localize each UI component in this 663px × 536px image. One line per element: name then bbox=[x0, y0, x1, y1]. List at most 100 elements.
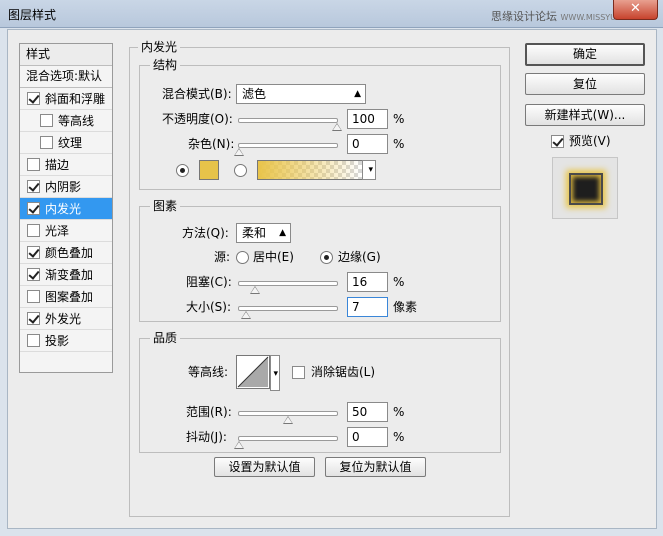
size-slider-thumb[interactable] bbox=[241, 311, 251, 319]
range-input[interactable]: 50 bbox=[347, 402, 388, 422]
jitter-label: 抖动(J): bbox=[186, 430, 227, 444]
source-center-label[interactable]: 居中(E) bbox=[253, 248, 294, 266]
reset-to-default-button[interactable]: 复位为默认值 bbox=[325, 457, 426, 477]
quality-group: 品质 等高线: ▾ 消除锯齿(L) 范围(R): 50 % 抖动(J): 0 % bbox=[139, 331, 501, 453]
inner-shadow-checkbox[interactable] bbox=[27, 180, 40, 193]
color-overlay-checkbox[interactable] bbox=[27, 246, 40, 259]
choke-percent: % bbox=[393, 275, 405, 289]
satin-checkbox[interactable] bbox=[27, 224, 40, 237]
noise-percent: % bbox=[393, 137, 405, 151]
range-percent: % bbox=[393, 405, 405, 419]
window-title: 图层样式 bbox=[8, 8, 57, 22]
noise-slider-track[interactable] bbox=[238, 143, 338, 148]
close-button[interactable]: ✕ bbox=[613, 0, 658, 20]
size-slider-track[interactable] bbox=[238, 306, 338, 311]
noise-slider-thumb[interactable] bbox=[234, 148, 244, 156]
range-slider-thumb[interactable] bbox=[283, 416, 293, 424]
blend-mode-select[interactable]: 滤色 ▲ bbox=[236, 84, 366, 104]
blend-options-item[interactable]: 混合选项:默认 bbox=[20, 66, 112, 88]
source-edge-label[interactable]: 边缘(G) bbox=[338, 248, 381, 266]
make-default-button[interactable]: 设置为默认值 bbox=[214, 457, 315, 477]
title-bar: 图层样式 思缘设计论坛 WWW.MISSYUAN.COM ✕ bbox=[0, 0, 663, 28]
new-style-button[interactable]: 新建样式(W)... bbox=[525, 104, 645, 126]
style-item-inner-shadow[interactable]: 内阴影 bbox=[20, 176, 112, 198]
noise-label: 杂色(N): bbox=[188, 137, 235, 151]
quality-title: 品质 bbox=[150, 331, 181, 345]
choke-input[interactable]: 16 bbox=[347, 272, 388, 292]
anti-alias-checkbox[interactable] bbox=[292, 366, 305, 379]
updown-arrow-icon: ▲ bbox=[354, 89, 361, 99]
noise-input[interactable]: 0 bbox=[347, 134, 388, 154]
updown-arrow-icon: ▲ bbox=[279, 228, 286, 238]
contour-preview[interactable] bbox=[236, 355, 270, 389]
style-item-satin[interactable]: 光泽 bbox=[20, 220, 112, 242]
range-label: 范围(R): bbox=[186, 405, 232, 419]
style-list-header[interactable]: 样式 bbox=[20, 44, 112, 66]
inner-glow-checkbox[interactable] bbox=[27, 202, 40, 215]
choke-slider-thumb[interactable] bbox=[250, 286, 260, 294]
style-item-texture[interactable]: 纹理 bbox=[20, 132, 112, 154]
pattern-overlay-checkbox[interactable] bbox=[27, 290, 40, 303]
preview-swatch bbox=[569, 173, 603, 205]
source-edge-radio[interactable] bbox=[320, 251, 333, 264]
contour-checkbox[interactable] bbox=[40, 114, 53, 127]
jitter-slider-thumb[interactable] bbox=[234, 441, 244, 449]
structure-group: 结构 混合模式(B): 滤色 ▲ 不透明度(O): 100 % 杂色(N): 0 … bbox=[139, 58, 501, 190]
size-unit: 像素 bbox=[393, 300, 418, 314]
style-item-stroke[interactable]: 描边 bbox=[20, 154, 112, 176]
style-item-outer-glow[interactable]: 外发光 bbox=[20, 308, 112, 330]
opacity-slider-track[interactable] bbox=[238, 118, 338, 123]
gradient-overlay-checkbox[interactable] bbox=[27, 268, 40, 281]
gradient-dropdown[interactable]: ▾ bbox=[362, 160, 376, 180]
texture-checkbox[interactable] bbox=[40, 136, 53, 149]
bevel-emboss-checkbox[interactable] bbox=[27, 92, 40, 105]
glow-color-swatch[interactable] bbox=[199, 160, 219, 180]
style-item-gradient-overlay[interactable]: 渐变叠加 bbox=[20, 264, 112, 286]
style-item-color-overlay[interactable]: 颜色叠加 bbox=[20, 242, 112, 264]
contour-curve-icon bbox=[237, 356, 269, 388]
contour-dropdown[interactable]: ▾ bbox=[270, 355, 280, 391]
style-item-inner-glow[interactable]: 内发光 bbox=[20, 198, 112, 220]
ok-button[interactable]: 确定 bbox=[525, 43, 645, 66]
structure-title: 结构 bbox=[150, 58, 181, 72]
jitter-percent: % bbox=[393, 430, 405, 444]
style-list: 样式 混合选项:默认 斜面和浮雕 等高线 纹理 描边 内阴影 内发光 光泽 颜色… bbox=[19, 43, 113, 373]
elements-title: 图素 bbox=[150, 199, 181, 213]
source-label: 源: bbox=[214, 250, 231, 264]
choke-label: 阻塞(C): bbox=[186, 275, 232, 289]
chevron-down-icon: ▾ bbox=[273, 369, 278, 379]
anti-alias-label[interactable]: 消除锯齿(L) bbox=[311, 363, 375, 381]
reset-button[interactable]: 复位 bbox=[525, 73, 645, 95]
inner-glow-panel: 内发光 结构 混合模式(B): 滤色 ▲ 不透明度(O): 100 % 杂色(N)… bbox=[129, 40, 510, 517]
solid-color-radio[interactable] bbox=[176, 164, 189, 177]
style-item-drop-shadow[interactable]: 投影 bbox=[20, 330, 112, 352]
preview-label[interactable]: 预览(V) bbox=[569, 132, 611, 150]
source-center-radio[interactable] bbox=[236, 251, 249, 264]
opacity-label: 不透明度(O): bbox=[162, 112, 233, 126]
method-label: 方法(Q): bbox=[182, 226, 229, 240]
drop-shadow-checkbox[interactable] bbox=[27, 334, 40, 347]
close-icon: ✕ bbox=[630, 1, 641, 16]
glow-gradient-picker[interactable] bbox=[257, 160, 363, 180]
chevron-down-icon: ▾ bbox=[368, 165, 373, 175]
preview-checkbox[interactable] bbox=[551, 135, 564, 148]
opacity-percent: % bbox=[393, 112, 405, 126]
gradient-radio[interactable] bbox=[234, 164, 247, 177]
dialog-body: 样式 混合选项:默认 斜面和浮雕 等高线 纹理 描边 内阴影 内发光 光泽 颜色… bbox=[7, 29, 657, 529]
opacity-input[interactable]: 100 bbox=[347, 109, 388, 129]
style-preview bbox=[552, 157, 618, 219]
method-select[interactable]: 柔和 ▲ bbox=[236, 223, 291, 243]
style-item-pattern-overlay[interactable]: 图案叠加 bbox=[20, 286, 112, 308]
size-input[interactable]: 7 bbox=[347, 297, 388, 317]
size-label: 大小(S): bbox=[186, 300, 232, 314]
jitter-slider-track[interactable] bbox=[238, 436, 338, 441]
stroke-checkbox[interactable] bbox=[27, 158, 40, 171]
blend-mode-label: 混合模式(B): bbox=[162, 87, 232, 101]
elements-group: 图素 方法(Q): 柔和 ▲ 源: 居中(E) 边缘(G) 阻塞(C): 16 %… bbox=[139, 199, 501, 322]
panel-title: 内发光 bbox=[138, 40, 181, 54]
style-item-bevel-emboss[interactable]: 斜面和浮雕 bbox=[20, 88, 112, 110]
opacity-slider-thumb[interactable] bbox=[332, 123, 342, 131]
outer-glow-checkbox[interactable] bbox=[27, 312, 40, 325]
style-item-contour[interactable]: 等高线 bbox=[20, 110, 112, 132]
jitter-input[interactable]: 0 bbox=[347, 427, 388, 447]
